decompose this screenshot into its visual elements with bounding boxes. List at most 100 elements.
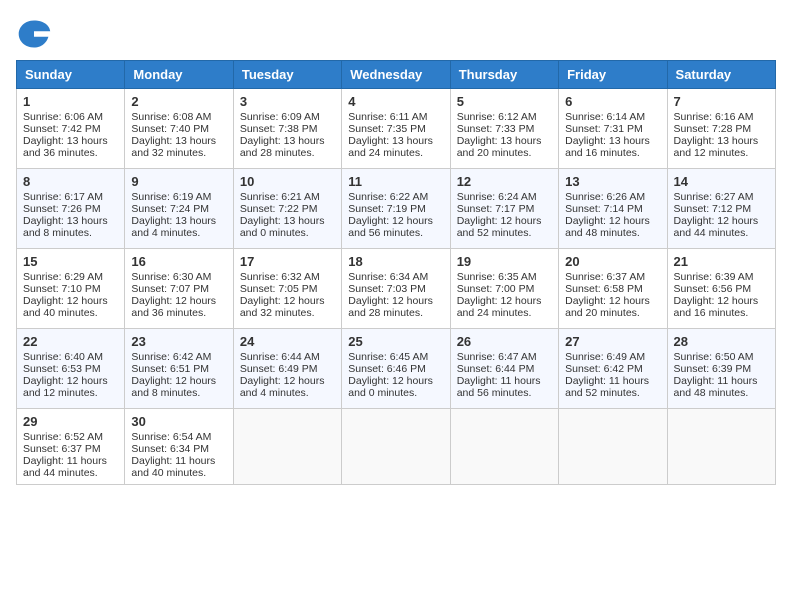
weekday-header-wednesday: Wednesday: [342, 61, 450, 89]
day-info: Sunrise: 6:24 AMSunset: 7:17 PMDaylight:…: [457, 191, 542, 239]
day-info: Sunrise: 6:30 AMSunset: 7:07 PMDaylight:…: [131, 271, 216, 319]
day-number: 30: [131, 414, 226, 429]
calendar-cell: 12 Sunrise: 6:24 AMSunset: 7:17 PMDayligh…: [450, 169, 558, 249]
logo-icon: [16, 16, 52, 52]
calendar-cell: 21Sunrise: 6:39 AMSunset: 6:56 PMDayligh…: [667, 249, 775, 329]
calendar-cell: 4 Sunrise: 6:11 AMSunset: 7:35 PMDaylight…: [342, 89, 450, 169]
day-info: Sunrise: 6:49 AMSunset: 6:42 PMDaylight:…: [565, 351, 649, 399]
calendar-cell: 18 Sunrise: 6:34 AMSunset: 7:03 PMDayligh…: [342, 249, 450, 329]
day-info: Sunrise: 6:06 AMSunset: 7:42 PMDaylight:…: [23, 111, 108, 159]
day-number: 13: [565, 174, 660, 189]
day-number: 11: [348, 174, 443, 189]
calendar-cell: 30 Sunrise: 6:54 AMSunset: 6:34 PMDayligh…: [125, 409, 233, 485]
day-number: 16: [131, 254, 226, 269]
day-number: 22: [23, 334, 118, 349]
day-info: Sunrise: 6:34 AMSunset: 7:03 PMDaylight:…: [348, 271, 433, 319]
calendar-cell: 1 Sunrise: 6:06 AMSunset: 7:42 PMDaylight…: [17, 89, 125, 169]
day-number: 9: [131, 174, 226, 189]
day-number: 6: [565, 94, 660, 109]
day-info: Sunrise: 6:47 AMSunset: 6:44 PMDaylight:…: [457, 351, 541, 399]
day-number: 18: [348, 254, 443, 269]
week-row-2: 8 Sunrise: 6:17 AMSunset: 7:26 PMDaylight…: [17, 169, 776, 249]
week-row-3: 15Sunrise: 6:29 AMSunset: 7:10 PMDayligh…: [17, 249, 776, 329]
day-number: 19: [457, 254, 552, 269]
calendar-cell: [450, 409, 558, 485]
day-info: Sunrise: 6:40 AMSunset: 6:53 PMDaylight:…: [23, 351, 108, 399]
weekday-header-sunday: Sunday: [17, 61, 125, 89]
day-number: 8: [23, 174, 118, 189]
weekday-header-monday: Monday: [125, 61, 233, 89]
day-number: 15: [23, 254, 118, 269]
calendar-cell: 16 Sunrise: 6:30 AMSunset: 7:07 PMDayligh…: [125, 249, 233, 329]
day-info: Sunrise: 6:17 AMSunset: 7:26 PMDaylight:…: [23, 191, 108, 239]
calendar-cell: 17 Sunrise: 6:32 AMSunset: 7:05 PMDayligh…: [233, 249, 341, 329]
week-row-5: 29 Sunrise: 6:52 AMSunset: 6:37 PMDayligh…: [17, 409, 776, 485]
calendar-cell: 14 Sunrise: 6:27 AMSunset: 7:12 PMDayligh…: [667, 169, 775, 249]
calendar-cell: 20Sunrise: 6:37 AMSunset: 6:58 PMDayligh…: [559, 249, 667, 329]
day-info: Sunrise: 6:32 AMSunset: 7:05 PMDaylight:…: [240, 271, 325, 319]
calendar-cell: 26 Sunrise: 6:47 AMSunset: 6:44 PMDayligh…: [450, 329, 558, 409]
calendar-cell: 23 Sunrise: 6:42 AMSunset: 6:51 PMDayligh…: [125, 329, 233, 409]
day-number: 27: [565, 334, 660, 349]
calendar-cell: 29 Sunrise: 6:52 AMSunset: 6:37 PMDayligh…: [17, 409, 125, 485]
day-info: Sunrise: 6:42 AMSunset: 6:51 PMDaylight:…: [131, 351, 216, 399]
weekday-header-tuesday: Tuesday: [233, 61, 341, 89]
week-row-1: 1 Sunrise: 6:06 AMSunset: 7:42 PMDaylight…: [17, 89, 776, 169]
day-number: 26: [457, 334, 552, 349]
day-info: Sunrise: 6:52 AMSunset: 6:37 PMDaylight:…: [23, 431, 107, 479]
day-number: 24: [240, 334, 335, 349]
calendar-cell: [559, 409, 667, 485]
day-info: Sunrise: 6:27 AMSunset: 7:12 PMDaylight:…: [674, 191, 759, 239]
calendar-cell: 13 Sunrise: 6:26 AMSunset: 7:14 PMDayligh…: [559, 169, 667, 249]
day-info: Sunrise: 6:22 AMSunset: 7:19 PMDaylight:…: [348, 191, 433, 239]
day-number: 7: [674, 94, 769, 109]
day-number: 20: [565, 254, 660, 269]
day-info: Sunrise: 6:26 AMSunset: 7:14 PMDaylight:…: [565, 191, 650, 239]
calendar-table: SundayMondayTuesdayWednesdayThursdayFrid…: [16, 60, 776, 485]
day-number: 1: [23, 94, 118, 109]
calendar-cell: 7 Sunrise: 6:16 AMSunset: 7:28 PMDaylight…: [667, 89, 775, 169]
weekday-header-thursday: Thursday: [450, 61, 558, 89]
day-info: Sunrise: 6:35 AMSunset: 7:00 PMDaylight:…: [457, 271, 542, 319]
day-info: Sunrise: 6:21 AMSunset: 7:22 PMDaylight:…: [240, 191, 325, 239]
calendar-cell: 28 Sunrise: 6:50 AMSunset: 6:39 PMDayligh…: [667, 329, 775, 409]
weekday-header-saturday: Saturday: [667, 61, 775, 89]
weekday-header-friday: Friday: [559, 61, 667, 89]
day-number: 4: [348, 94, 443, 109]
day-number: 2: [131, 94, 226, 109]
day-number: 14: [674, 174, 769, 189]
day-number: 29: [23, 414, 118, 429]
day-number: 23: [131, 334, 226, 349]
calendar-cell: 10Sunrise: 6:21 AMSunset: 7:22 PMDayligh…: [233, 169, 341, 249]
calendar-cell: 11 Sunrise: 6:22 AMSunset: 7:19 PMDayligh…: [342, 169, 450, 249]
day-info: Sunrise: 6:39 AMSunset: 6:56 PMDaylight:…: [674, 271, 759, 319]
calendar-cell: [233, 409, 341, 485]
day-info: Sunrise: 6:54 AMSunset: 6:34 PMDaylight:…: [131, 431, 215, 479]
logo: [16, 16, 56, 52]
calendar-cell: 19 Sunrise: 6:35 AMSunset: 7:00 PMDayligh…: [450, 249, 558, 329]
calendar-cell: 3 Sunrise: 6:09 AMSunset: 7:38 PMDaylight…: [233, 89, 341, 169]
calendar-cell: 5Sunrise: 6:12 AMSunset: 7:33 PMDaylight…: [450, 89, 558, 169]
day-number: 25: [348, 334, 443, 349]
week-row-4: 22 Sunrise: 6:40 AMSunset: 6:53 PMDayligh…: [17, 329, 776, 409]
day-number: 3: [240, 94, 335, 109]
day-info: Sunrise: 6:44 AMSunset: 6:49 PMDaylight:…: [240, 351, 325, 399]
calendar-cell: 6 Sunrise: 6:14 AMSunset: 7:31 PMDaylight…: [559, 89, 667, 169]
day-info: Sunrise: 6:11 AMSunset: 7:35 PMDaylight:…: [348, 111, 433, 159]
day-info: Sunrise: 6:14 AMSunset: 7:31 PMDaylight:…: [565, 111, 650, 159]
day-number: 12: [457, 174, 552, 189]
day-info: Sunrise: 6:50 AMSunset: 6:39 PMDaylight:…: [674, 351, 758, 399]
day-info: Sunrise: 6:45 AMSunset: 6:46 PMDaylight:…: [348, 351, 433, 399]
day-info: Sunrise: 6:16 AMSunset: 7:28 PMDaylight:…: [674, 111, 759, 159]
calendar-cell: 24 Sunrise: 6:44 AMSunset: 6:49 PMDayligh…: [233, 329, 341, 409]
day-number: 5: [457, 94, 552, 109]
header: [16, 16, 776, 52]
day-number: 28: [674, 334, 769, 349]
calendar-cell: 15Sunrise: 6:29 AMSunset: 7:10 PMDayligh…: [17, 249, 125, 329]
calendar-cell: 2Sunrise: 6:08 AMSunset: 7:40 PMDaylight…: [125, 89, 233, 169]
day-number: 17: [240, 254, 335, 269]
day-info: Sunrise: 6:19 AMSunset: 7:24 PMDaylight:…: [131, 191, 216, 239]
day-info: Sunrise: 6:09 AMSunset: 7:38 PMDaylight:…: [240, 111, 325, 159]
calendar-cell: 8 Sunrise: 6:17 AMSunset: 7:26 PMDaylight…: [17, 169, 125, 249]
weekday-header-row: SundayMondayTuesdayWednesdayThursdayFrid…: [17, 61, 776, 89]
